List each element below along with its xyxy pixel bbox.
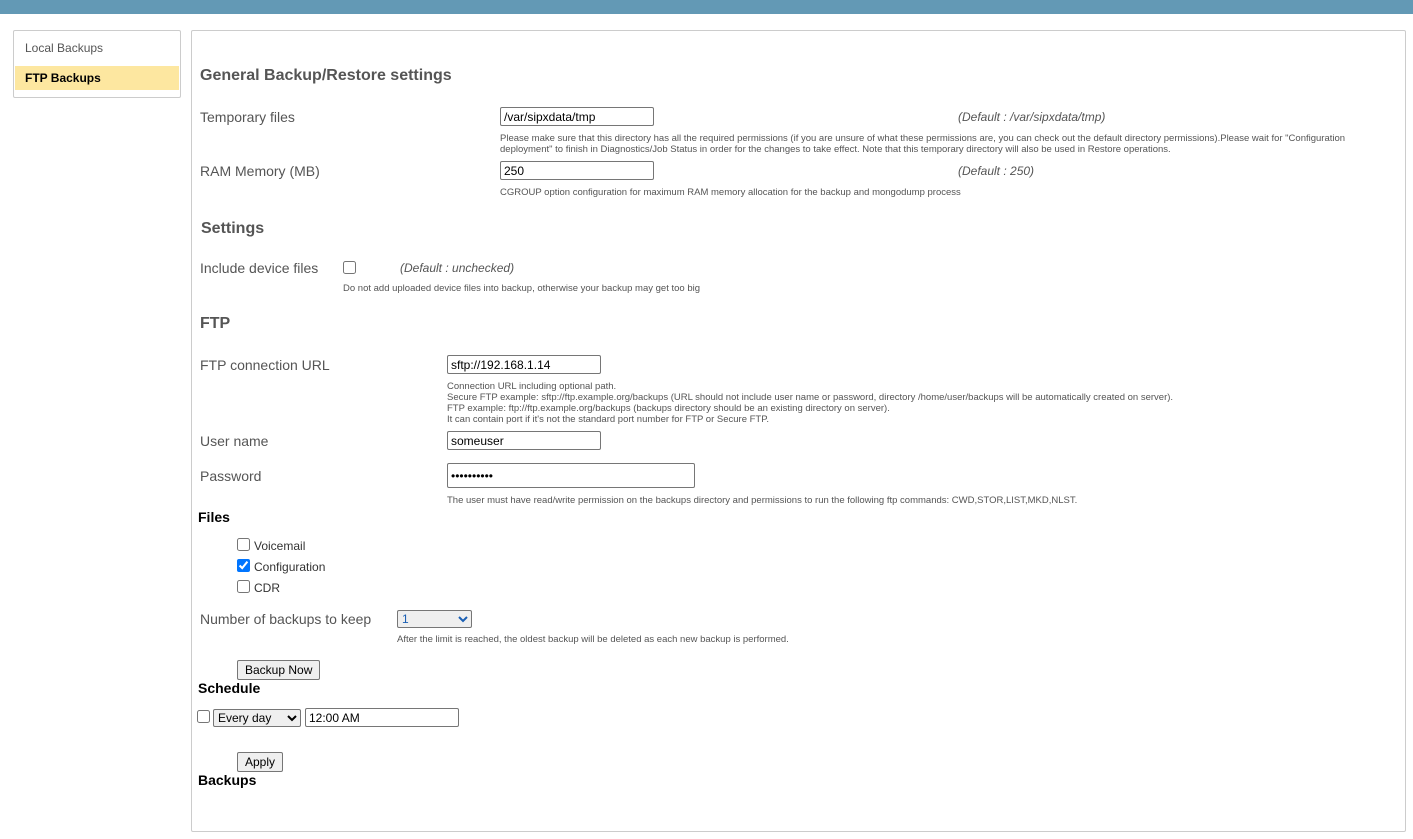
temp-files-input[interactable] — [500, 107, 654, 126]
section-title-backups: Backups — [198, 772, 257, 788]
username-label: User name — [200, 433, 269, 449]
temp-files-default: (Default : /var/sipxdata/tmp) — [958, 110, 1106, 124]
ftp-url-input[interactable] — [447, 355, 601, 374]
backup-now-button[interactable]: Backup Now — [237, 660, 321, 680]
device-files-checkbox[interactable] — [343, 261, 356, 274]
section-title-settings: Settings — [201, 220, 265, 237]
schedule-enable-checkbox[interactable] — [197, 710, 210, 723]
ram-input[interactable] — [500, 161, 654, 180]
temp-files-label: Temporary files — [200, 109, 295, 125]
backups-keep-help: After the limit is reached, the oldest b… — [397, 634, 789, 645]
sidebar-item-local-backups[interactable]: Local Backups — [15, 36, 179, 60]
device-files-label: Include device files — [200, 260, 319, 276]
backups-keep-label: Number of backups to keep — [200, 611, 372, 627]
ram-help: CGROUP option configuration for maximum … — [500, 187, 961, 198]
schedule-time-input[interactable] — [305, 708, 459, 727]
sidebar-item-ftp-backups[interactable]: FTP Backups — [15, 66, 179, 90]
top-bar — [0, 0, 1413, 14]
ftp-url-help-1: Connection URL including optional path. — [447, 381, 617, 392]
section-title-schedule: Schedule — [198, 680, 261, 696]
configuration-checkbox[interactable] — [237, 559, 250, 572]
voicemail-label: Voicemail — [254, 539, 306, 553]
temp-files-help-1: Please make sure that this directory has… — [500, 133, 1346, 144]
voicemail-checkbox[interactable] — [237, 538, 250, 551]
device-files-default: (Default : unchecked) — [400, 261, 515, 275]
section-title-files: Files — [198, 509, 230, 525]
cdr-label: CDR — [254, 581, 280, 595]
ram-label: RAM Memory (MB) — [200, 163, 320, 179]
cdr-checkbox[interactable] — [237, 580, 250, 593]
password-help: The user must have read/write permission… — [447, 495, 1078, 506]
password-input[interactable] — [447, 463, 695, 488]
device-files-help: Do not add uploaded device files into ba… — [343, 283, 701, 294]
ftp-url-help-2: Secure FTP example: sftp://ftp.example.o… — [447, 392, 1174, 403]
backups-keep-select[interactable]: 1 — [397, 610, 472, 628]
apply-button[interactable]: Apply — [237, 752, 284, 772]
ftp-url-label: FTP connection URL — [200, 357, 330, 373]
sidebar: Local Backups FTP Backups — [13, 30, 181, 98]
ftp-url-help-3: FTP example: ftp://ftp.example.org/backu… — [447, 403, 890, 414]
username-input[interactable] — [447, 431, 601, 450]
ram-default: (Default : 250) — [958, 164, 1035, 178]
temp-files-help-2: deployment" to finish in Diagnostics/Job… — [500, 144, 1171, 155]
section-title-general: General Backup/Restore settings — [200, 67, 452, 84]
password-label: Password — [200, 468, 262, 484]
configuration-label: Configuration — [254, 560, 326, 574]
schedule-frequency-select[interactable]: Every day — [213, 709, 301, 727]
section-title-ftp: FTP — [200, 315, 231, 332]
ftp-url-help-4: It can contain port if it's not the stan… — [447, 414, 769, 425]
